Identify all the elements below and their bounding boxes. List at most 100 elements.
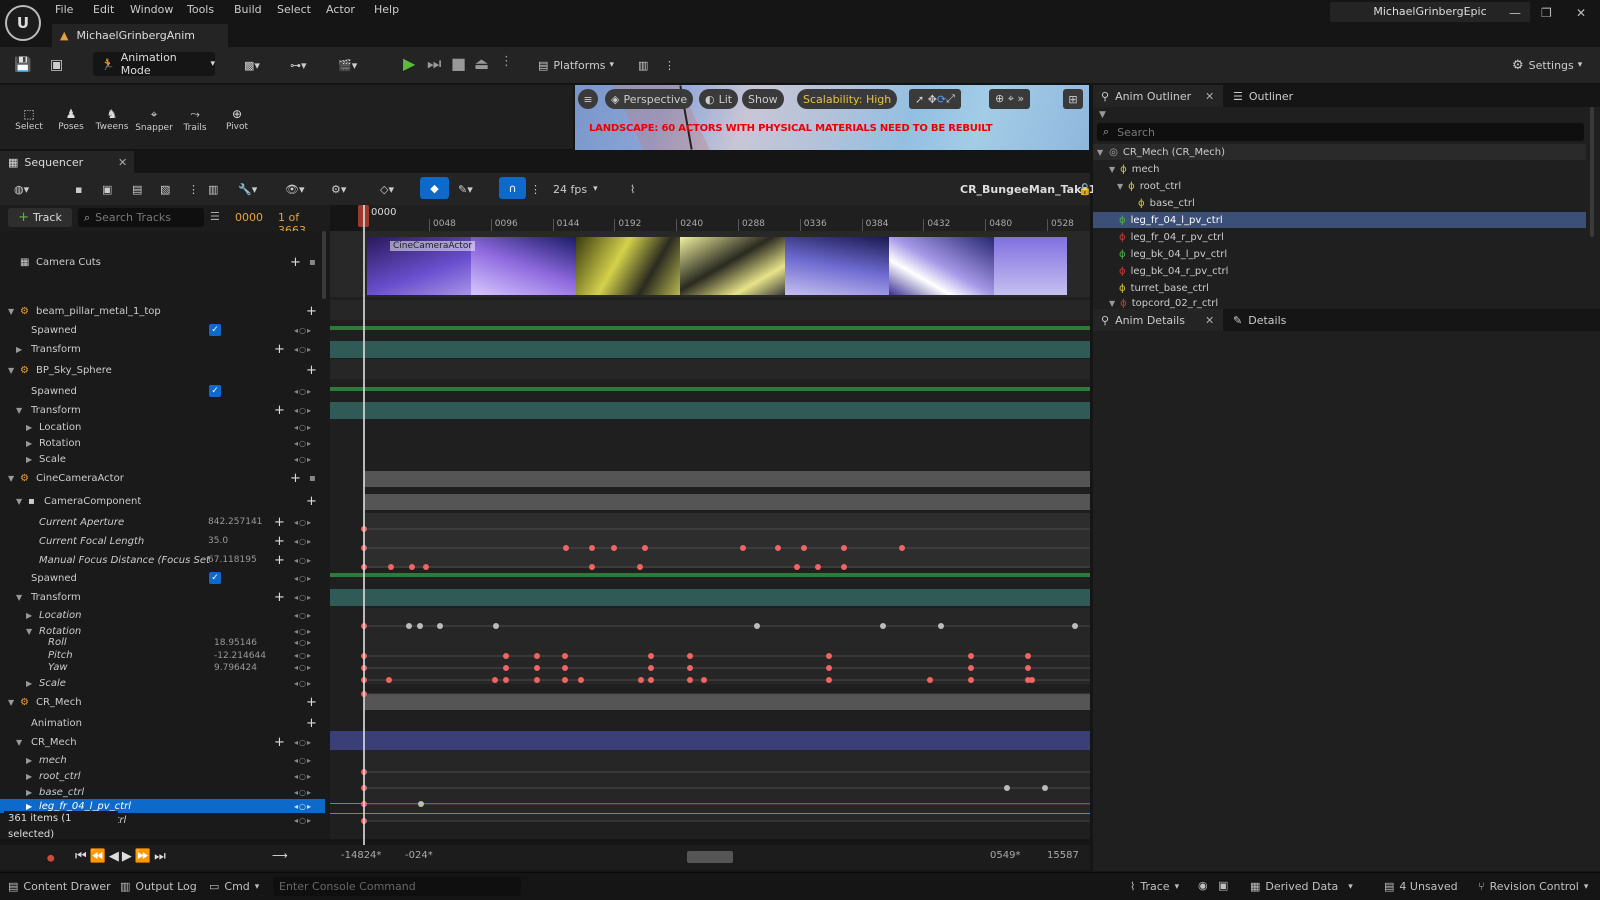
keyframe[interactable] xyxy=(648,665,654,671)
keyframes[interactable] xyxy=(330,231,1090,839)
property-value[interactable]: 18.95146 xyxy=(214,638,257,648)
eject-icon[interactable]: ⏏ xyxy=(474,54,489,73)
expand-icon[interactable]: ▶ xyxy=(26,611,32,620)
bind-icon[interactable]: ▥ xyxy=(208,177,218,201)
key-nav-icon[interactable]: ◂○▸ xyxy=(294,387,312,396)
tree-scrollbar[interactable] xyxy=(322,231,326,299)
keyframe[interactable] xyxy=(968,677,974,683)
trace-dropdown[interactable]: ⌇ Trace ▾ xyxy=(1130,880,1179,893)
close-window-icon[interactable]: ✕ xyxy=(1576,6,1586,20)
keyframe[interactable] xyxy=(589,564,595,570)
keyframe[interactable] xyxy=(418,801,424,807)
key-nav-icon[interactable]: ◂○▸ xyxy=(294,326,312,335)
more-options-icon[interactable]: ⋮ xyxy=(530,177,541,201)
save-as-icon[interactable]: ▣ xyxy=(102,177,112,201)
track-beam-pillar[interactable]: ▼ ⚙ beam_pillar_metal_1_top + xyxy=(0,302,325,320)
poses-tool[interactable]: ♟ Poses xyxy=(51,107,91,132)
keyframe[interactable] xyxy=(815,564,821,570)
timeline-scrollbar[interactable] xyxy=(687,851,733,863)
expand-icon[interactable]: ▼ xyxy=(16,738,22,747)
add-track-button[interactable]: + Track xyxy=(8,208,72,227)
keyframe[interactable] xyxy=(406,623,412,629)
key-nav-icon[interactable]: ◂○▸ xyxy=(294,772,312,781)
tab-anim-details[interactable]: ⚲ Anim Details ✕ xyxy=(1093,309,1223,331)
curve-editor-icon[interactable]: ⌇ xyxy=(630,177,635,201)
menu-window[interactable]: Window xyxy=(130,3,173,16)
track-spawned[interactable]: Spawned ✓ ◂○▸ xyxy=(0,382,325,400)
keyframe[interactable] xyxy=(386,677,392,683)
expand-icon[interactable]: ▼ xyxy=(16,593,22,602)
settings-dropdown[interactable]: ⚙ Settings ▾ xyxy=(1512,53,1582,77)
track-cr-mech-rig[interactable]: ▼ CR_Mech + ◂○▸ xyxy=(0,733,325,751)
project-tab[interactable]: ▲ MichaelGrinbergAnim xyxy=(52,24,228,47)
keyframe[interactable] xyxy=(642,545,648,551)
record-icon[interactable]: ⏺ xyxy=(47,849,55,867)
keyframe[interactable] xyxy=(423,564,429,570)
keyframe[interactable] xyxy=(1025,653,1031,659)
expand-icon[interactable]: ▶ xyxy=(26,802,32,811)
record-trace-icon[interactable]: ◉ xyxy=(1198,879,1208,892)
expand-icon[interactable]: ▶ xyxy=(26,455,32,464)
expand-icon[interactable]: ▶ xyxy=(16,345,22,354)
key-nav-icon[interactable]: ◂○▸ xyxy=(294,638,312,647)
expand-icon[interactable]: ▼ xyxy=(8,698,14,707)
step-icon[interactable]: ⏭ xyxy=(427,54,441,74)
transform-tools[interactable]: ➚ ✥ ⟳ ⤢ xyxy=(909,89,961,109)
key-nav-icon[interactable]: ◂○▸ xyxy=(294,455,312,464)
property-value[interactable]: -12.214644 xyxy=(214,651,266,661)
loop-icon[interactable]: ⟶ xyxy=(272,849,288,862)
scalability-button[interactable]: Scalability: High xyxy=(797,89,898,109)
camera-icon[interactable]: ▪ xyxy=(309,473,316,484)
track-camera-component[interactable]: ▼ ▪ CameraComponent + xyxy=(0,492,325,510)
keyframe[interactable] xyxy=(775,545,781,551)
stop-icon[interactable]: ■ xyxy=(451,54,466,73)
playback-options-icon[interactable]: ⚙▾ xyxy=(331,177,346,201)
keyframe[interactable] xyxy=(637,564,643,570)
keyframe[interactable] xyxy=(938,623,944,629)
keyframe[interactable] xyxy=(801,545,807,551)
outliner-item[interactable]: ϕ leg_bk_04_l_pv_ctrl xyxy=(1093,246,1586,262)
pivot-tool[interactable]: ⊕ Pivot xyxy=(217,107,257,132)
expand-icon[interactable]: ▶ xyxy=(26,679,32,688)
add-icon[interactable]: + xyxy=(306,695,317,710)
menu-build[interactable]: Build xyxy=(234,3,262,16)
playback-controls[interactable]: ⏮⏪◀▶⏩⏭ xyxy=(75,849,169,864)
menu-select[interactable]: Select xyxy=(277,3,311,16)
menu-file[interactable]: File xyxy=(55,3,73,16)
cinematics-icon[interactable]: 🎬▾ xyxy=(338,53,357,77)
range-start-out[interactable]: -14824* xyxy=(341,850,381,861)
keyframe[interactable] xyxy=(687,677,693,683)
range-start-in[interactable]: -024* xyxy=(405,850,433,861)
expand-icon[interactable]: ▼ xyxy=(8,366,14,375)
keyframe[interactable] xyxy=(503,653,509,659)
device-icon[interactable]: ▥ xyxy=(638,53,648,77)
expand-icon[interactable]: ▼ xyxy=(8,474,14,483)
keyframe[interactable] xyxy=(1072,623,1078,629)
key-nav-icon[interactable]: ◂○▸ xyxy=(294,816,312,825)
minimize-icon[interactable]: — xyxy=(1509,6,1521,20)
keyframe[interactable] xyxy=(841,545,847,551)
snap-magnet-button[interactable]: ∩ xyxy=(499,177,526,199)
keyframe[interactable] xyxy=(701,677,707,683)
range-end-in[interactable]: 0549* xyxy=(990,850,1020,861)
keyframe[interactable] xyxy=(648,677,654,683)
keyframe[interactable] xyxy=(841,564,847,570)
expand-icon[interactable]: ▶ xyxy=(26,788,32,797)
expand-icon[interactable]: ▶ xyxy=(26,439,32,448)
key-nav-icon[interactable]: ◂○▸ xyxy=(294,663,312,672)
cmd-dropdown[interactable]: ▭ Cmd ▾ xyxy=(209,880,259,893)
close-icon[interactable]: ✕ xyxy=(1205,90,1214,103)
keyframe[interactable] xyxy=(437,623,443,629)
tab-details[interactable]: ✎ Details xyxy=(1233,309,1286,331)
keyframe[interactable] xyxy=(826,665,832,671)
outliner-item[interactable]: ▼ ◎ CR_Mech (CR_Mech) xyxy=(1093,144,1586,160)
keyframe[interactable] xyxy=(503,677,509,683)
keyframe[interactable] xyxy=(562,665,568,671)
expand-icon[interactable]: ▼ xyxy=(16,406,22,415)
keyframe[interactable] xyxy=(562,653,568,659)
keyframe[interactable] xyxy=(562,677,568,683)
expand-icon[interactable]: ▶ xyxy=(26,772,32,781)
keyframe[interactable] xyxy=(794,564,800,570)
save-icon[interactable]: ▪ xyxy=(75,177,82,201)
keyframe[interactable] xyxy=(927,677,933,683)
